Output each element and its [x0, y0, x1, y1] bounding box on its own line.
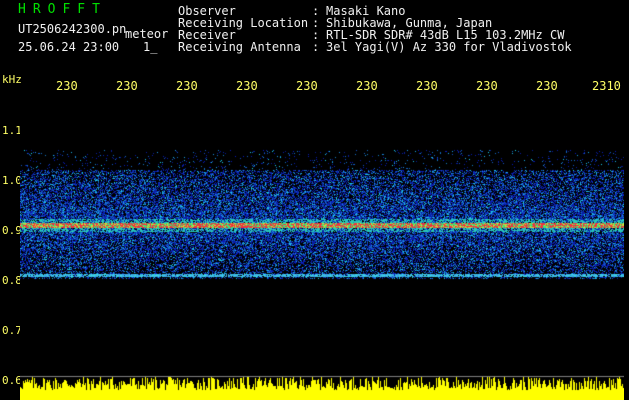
- observation-mode: meteor: [125, 27, 169, 41]
- time-tick: 230: [536, 79, 558, 93]
- time-tick: 230: [176, 79, 198, 93]
- antenna-value: 3el Yagi(V) Az 330 for Vladivostok: [326, 40, 572, 54]
- observation-datetime: 25.06.24 23:00: [18, 40, 120, 54]
- time-tick: 230: [56, 79, 78, 93]
- amplitude-trace: [20, 368, 624, 400]
- time-tick: 230: [476, 79, 498, 93]
- file-name: UT2506242300.pn: [18, 22, 127, 36]
- time-tick: 230: [236, 79, 258, 93]
- antenna-label: Receiving Antenna: [178, 40, 301, 54]
- freq-tick: 1.1: [2, 124, 22, 137]
- freq-tick: 0.6: [2, 374, 22, 387]
- station-name: HROFFT: [18, 2, 107, 17]
- spectrogram-panel: [20, 96, 624, 400]
- time-tick: 2310: [592, 79, 621, 93]
- antenna-colon: :: [312, 40, 320, 54]
- time-tick: 230: [356, 79, 378, 93]
- time-tick: 230: [416, 79, 438, 93]
- freq-tick: 1.0: [2, 174, 22, 187]
- freq-tick: 0.7: [2, 324, 22, 337]
- freq-tick: 0.9: [2, 224, 22, 237]
- frequency-unit-label: kHz: [2, 73, 22, 86]
- time-tick: 230: [296, 79, 318, 93]
- spectrogram-canvas: [20, 96, 624, 368]
- header: HROFFT UT2506242300.pn meteor 25.06.24 2…: [0, 0, 629, 70]
- time-tick: 230: [116, 79, 138, 93]
- detection-counter: 1_: [143, 40, 158, 54]
- freq-tick: 0.8: [2, 274, 22, 287]
